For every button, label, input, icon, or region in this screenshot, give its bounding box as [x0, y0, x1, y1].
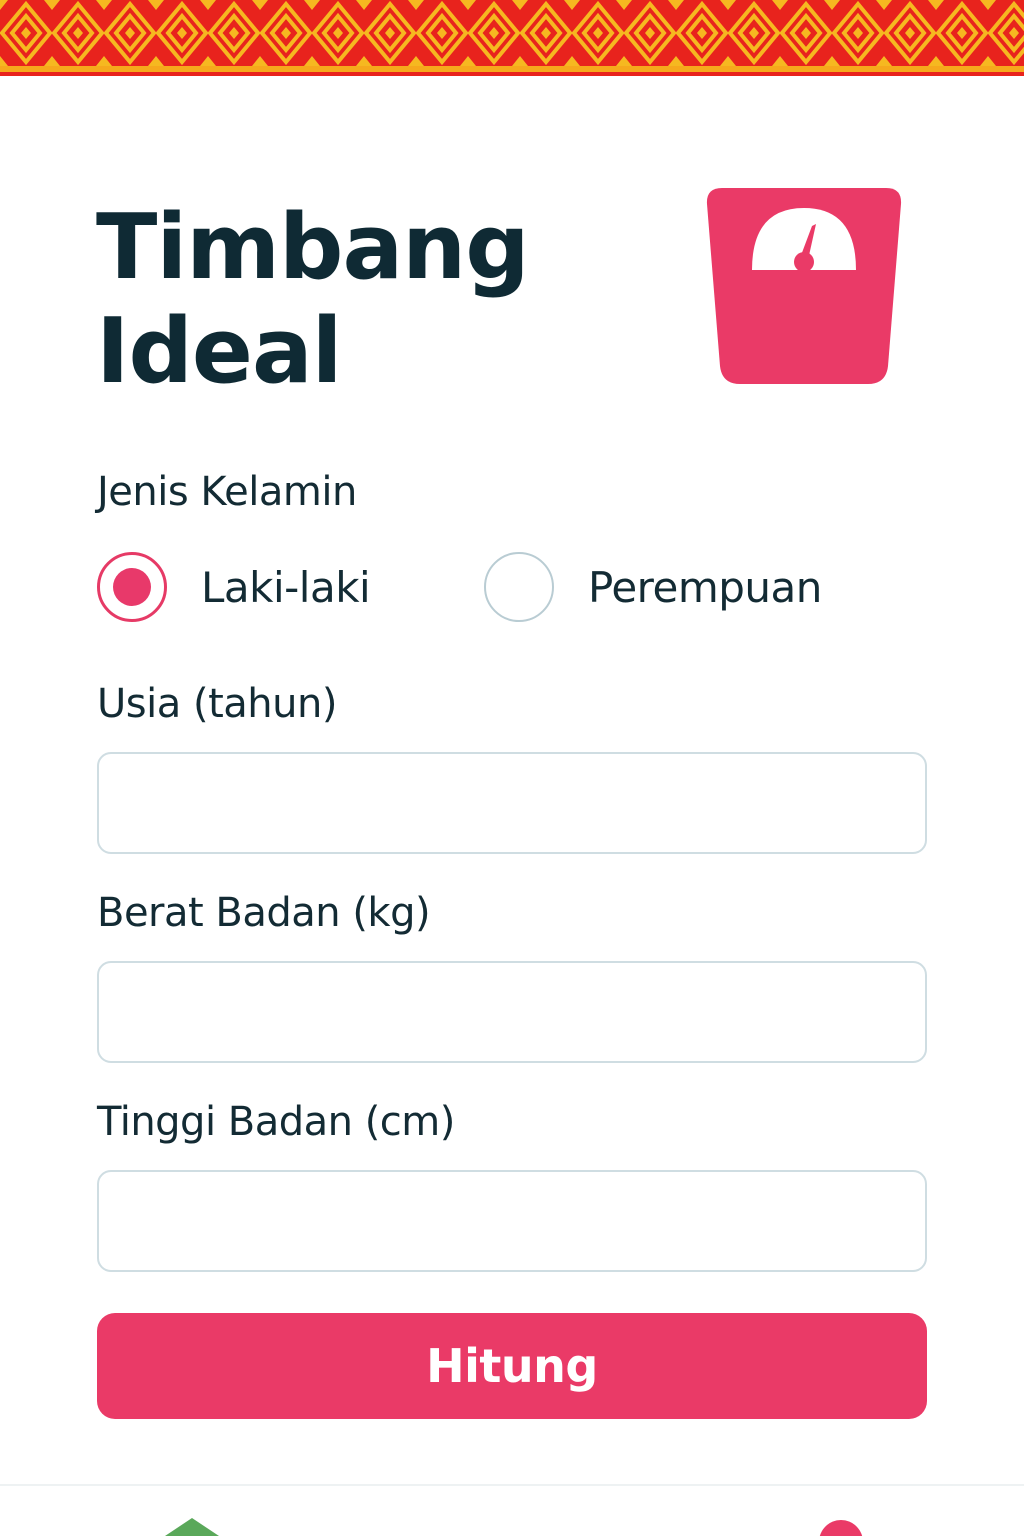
bottom-nav-divider [0, 1484, 1024, 1486]
profile-icon[interactable] [818, 1518, 864, 1540]
scale-icon [704, 186, 904, 386]
app-title-line-2: Ideal [96, 299, 343, 404]
female-radio[interactable] [484, 552, 554, 622]
weight-input[interactable] [97, 961, 927, 1063]
calculate-button[interactable]: Hitung [97, 1313, 927, 1419]
app-title-line-1: Timbang [96, 195, 530, 300]
female-label: Perempuan [588, 562, 822, 612]
gender-option-male[interactable]: Laki-laki [97, 550, 371, 624]
gender-option-female[interactable]: Perempuan [484, 550, 822, 624]
male-label: Laki-laki [201, 562, 371, 612]
app-title: Timbang Ideal [96, 195, 530, 404]
weight-label: Berat Badan (kg) [97, 890, 431, 936]
height-label: Tinggi Badan (cm) [97, 1099, 455, 1145]
height-input[interactable] [97, 1170, 927, 1272]
pattern-banner [0, 0, 1024, 78]
home-icon[interactable] [160, 1516, 224, 1538]
male-radio[interactable] [97, 552, 167, 622]
radio-selected-dot [113, 568, 151, 606]
gender-label: Jenis Kelamin [97, 469, 357, 515]
age-label: Usia (tahun) [97, 681, 337, 727]
age-input[interactable] [97, 752, 927, 854]
